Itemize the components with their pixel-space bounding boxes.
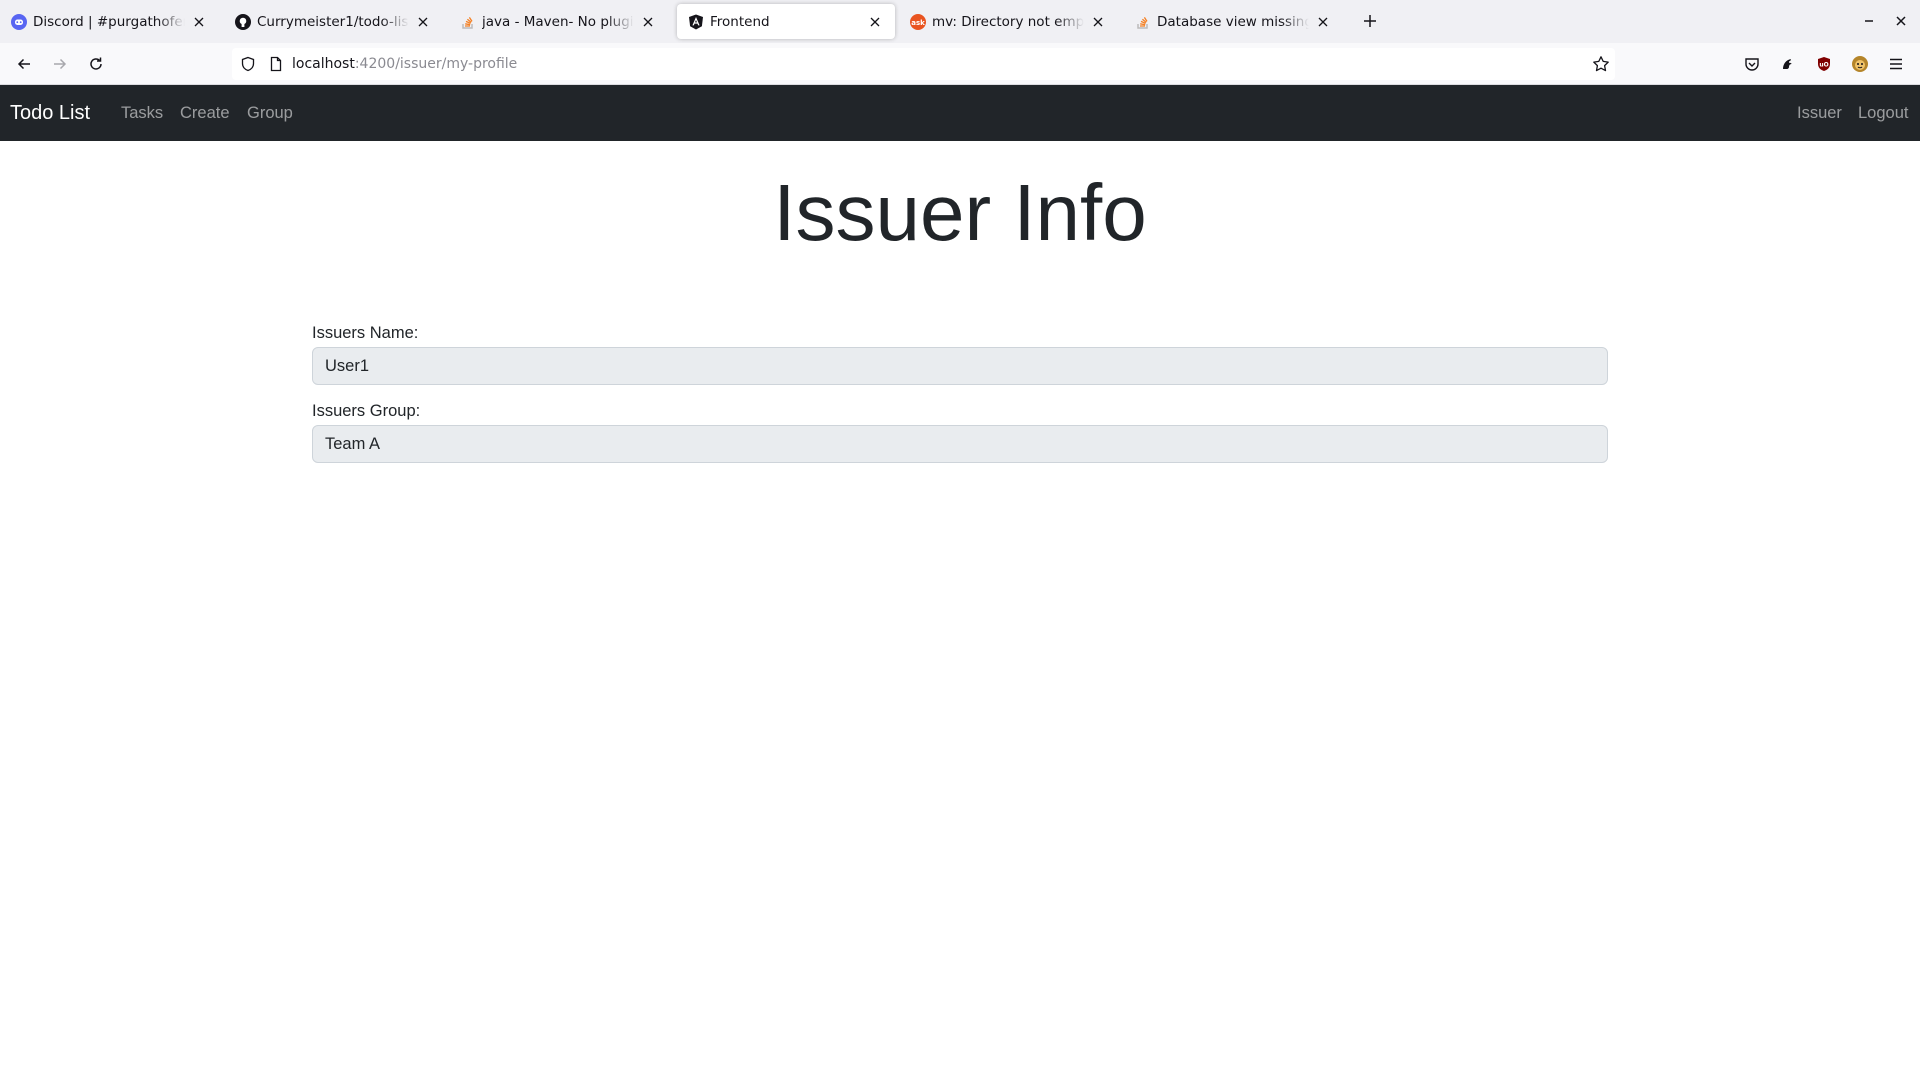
- url-text: localhost:4200/issuer/my-profile: [292, 48, 517, 80]
- tab-title: Discord | #purgathoferium: [33, 13, 185, 30]
- minimize-window-button[interactable]: [1856, 8, 1882, 34]
- app-navbar: Todo List Tasks Create Group Issuer Logo…: [0, 85, 1920, 141]
- menu-hamburger-icon[interactable]: [1884, 52, 1908, 76]
- browser-toolbar: localhost:4200/issuer/my-profile uO: [0, 43, 1920, 85]
- nav-link-logout[interactable]: Logout: [1858, 85, 1908, 141]
- close-tab-icon[interactable]: [413, 12, 433, 32]
- browser-tab-github[interactable]: Currymeister1/todo-list: [224, 4, 443, 39]
- nav-link-issuer[interactable]: Issuer: [1797, 85, 1842, 141]
- tab-title: Currymeister1/todo-list: [257, 13, 409, 30]
- close-window-button[interactable]: [1888, 8, 1914, 34]
- browser-tab-askubuntu[interactable]: ask mv: Directory not empty -: [899, 4, 1118, 39]
- askubuntu-icon: ask: [910, 13, 926, 30]
- new-tab-button[interactable]: [1358, 9, 1382, 33]
- stackoverflow-icon: [1135, 14, 1151, 30]
- tampermonkey-icon[interactable]: [1848, 52, 1872, 76]
- url-bar[interactable]: localhost:4200/issuer/my-profile: [232, 48, 1615, 80]
- issuers-group-label: Issuers Group:: [312, 402, 421, 420]
- browser-tab-strip: Discord | #purgathoferium Currymeister1/…: [0, 0, 1920, 43]
- nav-link-tasks[interactable]: Tasks: [121, 85, 163, 141]
- browser-tab-stackoverflow-database[interactable]: Database view missing fro: [1124, 4, 1343, 39]
- shield-icon[interactable]: [240, 56, 256, 76]
- tab-title: mv: Directory not empty -: [932, 13, 1084, 30]
- extension-badger-icon[interactable]: [1776, 52, 1800, 76]
- issuers-group-field[interactable]: Team A: [312, 425, 1608, 463]
- bookmark-star-icon[interactable]: [1592, 55, 1610, 77]
- issuers-name-label: Issuers Name:: [312, 324, 419, 342]
- svg-text:ask: ask: [911, 19, 925, 27]
- forward-button[interactable]: [46, 50, 74, 78]
- reload-button[interactable]: [82, 50, 110, 78]
- url-path: :4200/issuer/my-profile: [354, 56, 518, 72]
- issuers-name-field[interactable]: User1: [312, 347, 1608, 385]
- tab-title: java - Maven- No plugin fo: [482, 13, 634, 30]
- page-info-icon[interactable]: [268, 56, 284, 76]
- brand-link[interactable]: Todo List: [10, 85, 90, 141]
- ublock-origin-icon[interactable]: uO: [1812, 52, 1836, 76]
- close-tab-icon[interactable]: [638, 12, 658, 32]
- close-tab-icon[interactable]: [865, 12, 885, 32]
- close-tab-icon[interactable]: [189, 12, 209, 32]
- discord-icon: [11, 13, 27, 30]
- svg-text:uO: uO: [1819, 62, 1828, 69]
- close-tab-icon[interactable]: [1313, 12, 1333, 32]
- pocket-icon[interactable]: [1740, 52, 1764, 76]
- browser-tab-frontend[interactable]: Frontend: [677, 4, 895, 39]
- tab-title: Frontend: [710, 13, 770, 30]
- stackoverflow-icon: [460, 14, 476, 30]
- back-button[interactable]: [10, 50, 38, 78]
- browser-tab-stackoverflow-maven[interactable]: java - Maven- No plugin fo: [449, 4, 668, 39]
- url-host: localhost: [292, 56, 355, 72]
- tab-title: Database view missing fro: [1157, 13, 1309, 30]
- angular-icon: [688, 14, 704, 30]
- browser-tab-discord[interactable]: Discord | #purgathoferium: [0, 4, 219, 39]
- nav-link-create[interactable]: Create: [180, 85, 230, 141]
- close-tab-icon[interactable]: [1088, 12, 1108, 32]
- page-title: Issuer Info: [773, 168, 1147, 257]
- nav-link-group[interactable]: Group: [247, 85, 293, 141]
- github-icon: [235, 13, 251, 30]
